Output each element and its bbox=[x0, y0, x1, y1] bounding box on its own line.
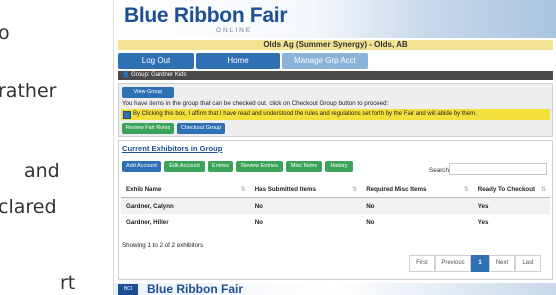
footer-logo: Blue Ribbon Fair bbox=[147, 282, 243, 295]
history-button[interactable]: History bbox=[325, 161, 353, 172]
table-row[interactable]: Gardner, Calynn No No Yes bbox=[121, 197, 550, 214]
review-entries-button[interactable]: Review Entries bbox=[236, 161, 283, 172]
checkout-message: You have items in the group that can be … bbox=[122, 100, 389, 107]
site-logo-subtitle: ONLINE bbox=[216, 27, 253, 34]
edit-account-button[interactable]: Edit Account bbox=[164, 161, 205, 172]
home-button[interactable]: Home bbox=[196, 53, 280, 69]
manage-group-account-button[interactable]: Manage Grp Acct bbox=[282, 53, 368, 69]
search-label: Search: bbox=[429, 167, 451, 174]
footer-banner: BCI Blue Ribbon Fair bbox=[114, 282, 556, 295]
rules-agreement-checkbox[interactable] bbox=[123, 111, 131, 119]
sort-icon: ⇅ bbox=[352, 187, 358, 193]
cell-submitted: No bbox=[254, 218, 263, 226]
column-header-ready[interactable]: Ready To Checkout ⇅ bbox=[472, 182, 550, 198]
cell-exhib-name: Gardner, Calynn bbox=[121, 197, 250, 214]
column-header-exhib-name[interactable]: Exhib Name ⇅ bbox=[121, 182, 250, 198]
sort-icon: ⇅ bbox=[463, 187, 469, 193]
section-title: Current Exhibitors in Group bbox=[122, 144, 223, 153]
slide-text-line: clared bbox=[0, 196, 57, 218]
table-info: Showing 1 to 2 of 2 exhibitors bbox=[122, 242, 204, 249]
entries-button[interactable]: Entries bbox=[208, 161, 233, 172]
group-label-bar: 👤 Group: Gardner Kids bbox=[118, 71, 553, 80]
slide-text-line: o bbox=[0, 22, 10, 44]
rules-agreement-row: By Clicking this box, I affirm that I ha… bbox=[121, 109, 550, 120]
rules-agreement-text: By Clicking this box, I affirm that I ha… bbox=[133, 111, 477, 117]
view-group-summary-button[interactable]: View Group Summary bbox=[122, 87, 174, 106]
exhibitors-section: Current Exhibitors in Group Add Account … bbox=[118, 140, 553, 280]
checkout-group-button[interactable]: Checkout Group bbox=[177, 123, 225, 134]
cell-ready: Yes bbox=[472, 197, 550, 214]
pager-first[interactable]: First bbox=[409, 255, 435, 272]
footer-badge: BCI bbox=[118, 284, 138, 295]
pager-previous[interactable]: Previous bbox=[435, 255, 471, 272]
slide-text-line: rather bbox=[0, 80, 57, 102]
group-label: Group: Gardner Kids bbox=[131, 72, 187, 78]
cell-required-misc: No bbox=[361, 197, 473, 214]
pager-page-1[interactable]: 1 bbox=[471, 255, 489, 272]
cell-exhib-name: Gardner, Hiller bbox=[126, 218, 169, 226]
slide-text-line: rt bbox=[60, 272, 76, 294]
slide-text-line: and bbox=[24, 160, 60, 182]
add-account-button[interactable]: Add Account bbox=[122, 161, 161, 172]
search-input[interactable] bbox=[449, 163, 547, 175]
slide-text-fragment: o rather and clared rt bbox=[0, 0, 112, 295]
cell-submitted: No bbox=[249, 197, 362, 214]
misc-items-button[interactable]: Misc Items bbox=[286, 161, 322, 172]
cell-required-misc: No bbox=[366, 218, 375, 226]
user-icon: 👤 bbox=[122, 72, 130, 78]
checkout-panel: View Group Summary You have items in the… bbox=[118, 83, 553, 137]
main-nav: Log Out Home Manage Grp Acct bbox=[118, 53, 553, 69]
exhibitors-table: Exhib Name ⇅ Has Submitted Items ⇅ Require… bbox=[121, 182, 550, 230]
column-header-submitted[interactable]: Has Submitted Items ⇅ bbox=[249, 182, 362, 198]
fair-title-bar: Olds Ag (Summer Synergy) - Olds, AB bbox=[118, 40, 553, 50]
cell-ready: Yes bbox=[477, 218, 489, 226]
column-header-required-misc[interactable]: Required Misc Items ⇅ bbox=[361, 182, 473, 198]
table-row[interactable]: Gardner, Hiller No No Yes bbox=[121, 214, 550, 230]
pager-next[interactable]: Next bbox=[489, 255, 515, 272]
pager-last[interactable]: Last bbox=[515, 255, 541, 272]
logout-button[interactable]: Log Out bbox=[118, 53, 194, 69]
sort-icon: ⇅ bbox=[540, 187, 546, 193]
site-logo[interactable]: Blue Ribbon Fair bbox=[124, 4, 288, 28]
site-header: Blue Ribbon Fair ONLINE bbox=[114, 0, 556, 38]
table-header-row: Exhib Name ⇅ Has Submitted Items ⇅ Require… bbox=[121, 182, 550, 198]
review-fair-rules-button[interactable]: Review Fair Rules bbox=[122, 123, 174, 134]
app-screenshot: Blue Ribbon Fair ONLINE Olds Ag (Summer … bbox=[113, 0, 556, 295]
sort-icon: ⇅ bbox=[240, 187, 246, 193]
